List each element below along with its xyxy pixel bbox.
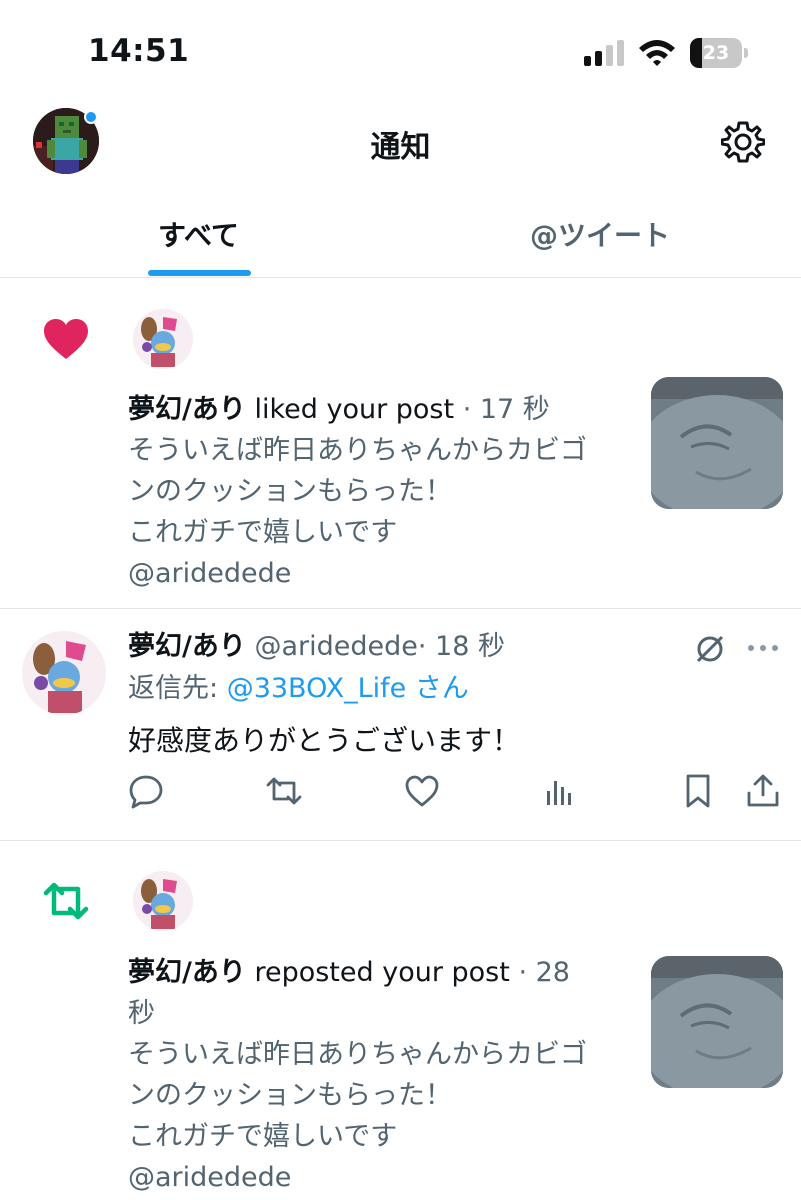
tab-all[interactable]: すべて xyxy=(0,190,400,278)
tweet-body: 好感度ありがとうございます！ xyxy=(128,724,521,757)
post-line: @aridedede xyxy=(128,558,292,589)
wifi-icon xyxy=(639,40,675,66)
timestamp: · 28 xyxy=(518,957,570,988)
page-title: 通知 xyxy=(370,130,431,165)
top-header: 通知 xyxy=(0,100,801,190)
grok-icon[interactable] xyxy=(694,633,726,665)
repost-icon[interactable] xyxy=(266,773,302,809)
avatar[interactable] xyxy=(22,631,106,715)
user-name: 夢幻/あり xyxy=(128,957,246,988)
tab-all-label: すべて xyxy=(158,219,239,252)
notification-text: 夢幻/あり liked your post · 17 秒 そういえば昨日ありちゃ… xyxy=(128,389,628,594)
tab-mentions[interactable]: @ツイート xyxy=(400,190,800,278)
more-icon[interactable] xyxy=(746,641,780,655)
post-line: これガチで嬉しいです xyxy=(128,517,398,548)
tab-mentions-label: @ツイート xyxy=(530,219,671,252)
post-line: そういえば昨日ありちゃんからカビゴ xyxy=(128,435,587,466)
notification-reply[interactable]: 夢幻/あり @aridedede· 18 秒 返信先: @33BOX_Life … xyxy=(0,609,801,841)
notification-repost[interactable]: 夢幻/あり reposted your post · 28 秒 そういえば昨日あ… xyxy=(0,841,801,1200)
timestamp: · 17 秒 xyxy=(462,394,550,425)
post-line: これガチで嬉しいです xyxy=(128,1121,398,1152)
battery-icon: 23 xyxy=(690,38,750,68)
avatar[interactable] xyxy=(133,309,193,369)
user-name[interactable]: 夢幻/あり xyxy=(128,631,246,662)
notification-text: 夢幻/あり reposted your post · 28 秒 そういえば昨日あ… xyxy=(128,952,628,1198)
post-line: ンのクッションもらった！ xyxy=(128,476,452,507)
notification-tabs: すべて @ツイート xyxy=(0,190,801,278)
post-thumbnail[interactable] xyxy=(651,377,783,509)
timestamp: · 18 秒 xyxy=(417,631,505,662)
like-outline-icon[interactable] xyxy=(404,773,440,809)
action-text: reposted your post xyxy=(254,957,510,988)
post-line: そういえば昨日ありちゃんからカビゴ xyxy=(128,1039,587,1070)
reply-icon[interactable] xyxy=(128,773,164,809)
user-name: 夢幻/あり xyxy=(128,394,246,425)
active-tab-indicator xyxy=(148,270,251,276)
heart-icon xyxy=(44,319,88,359)
battery-level: 23 xyxy=(702,42,730,64)
status-time: 14:51 xyxy=(88,33,190,69)
bookmark-icon[interactable] xyxy=(680,773,716,809)
status-bar: 14:51 23 xyxy=(0,0,801,100)
signal-icon xyxy=(584,40,624,66)
share-icon[interactable] xyxy=(745,773,781,809)
repost-icon xyxy=(43,882,89,920)
reply-mention[interactable]: @33BOX_Life さん xyxy=(227,673,469,704)
reply-prefix: 返信先: xyxy=(128,673,227,704)
timestamp-unit: 秒 xyxy=(128,998,155,1029)
tweet-actions xyxy=(0,773,801,817)
action-text: liked your post xyxy=(254,394,455,425)
post-line: @aridedede xyxy=(128,1162,292,1193)
avatar[interactable] xyxy=(133,871,193,931)
notification-like[interactable]: 夢幻/あり liked your post · 17 秒 そういえば昨日ありちゃ… xyxy=(0,279,801,609)
gear-icon[interactable] xyxy=(721,120,765,164)
tweet-header: 夢幻/あり @aridedede· 18 秒 xyxy=(128,627,505,667)
reply-context: 返信先: @33BOX_Life さん xyxy=(128,669,469,709)
post-thumbnail[interactable] xyxy=(651,956,783,1088)
user-handle: @aridedede xyxy=(254,631,418,662)
post-line: ンのクッションもらった！ xyxy=(128,1080,452,1111)
views-icon[interactable] xyxy=(542,773,578,809)
